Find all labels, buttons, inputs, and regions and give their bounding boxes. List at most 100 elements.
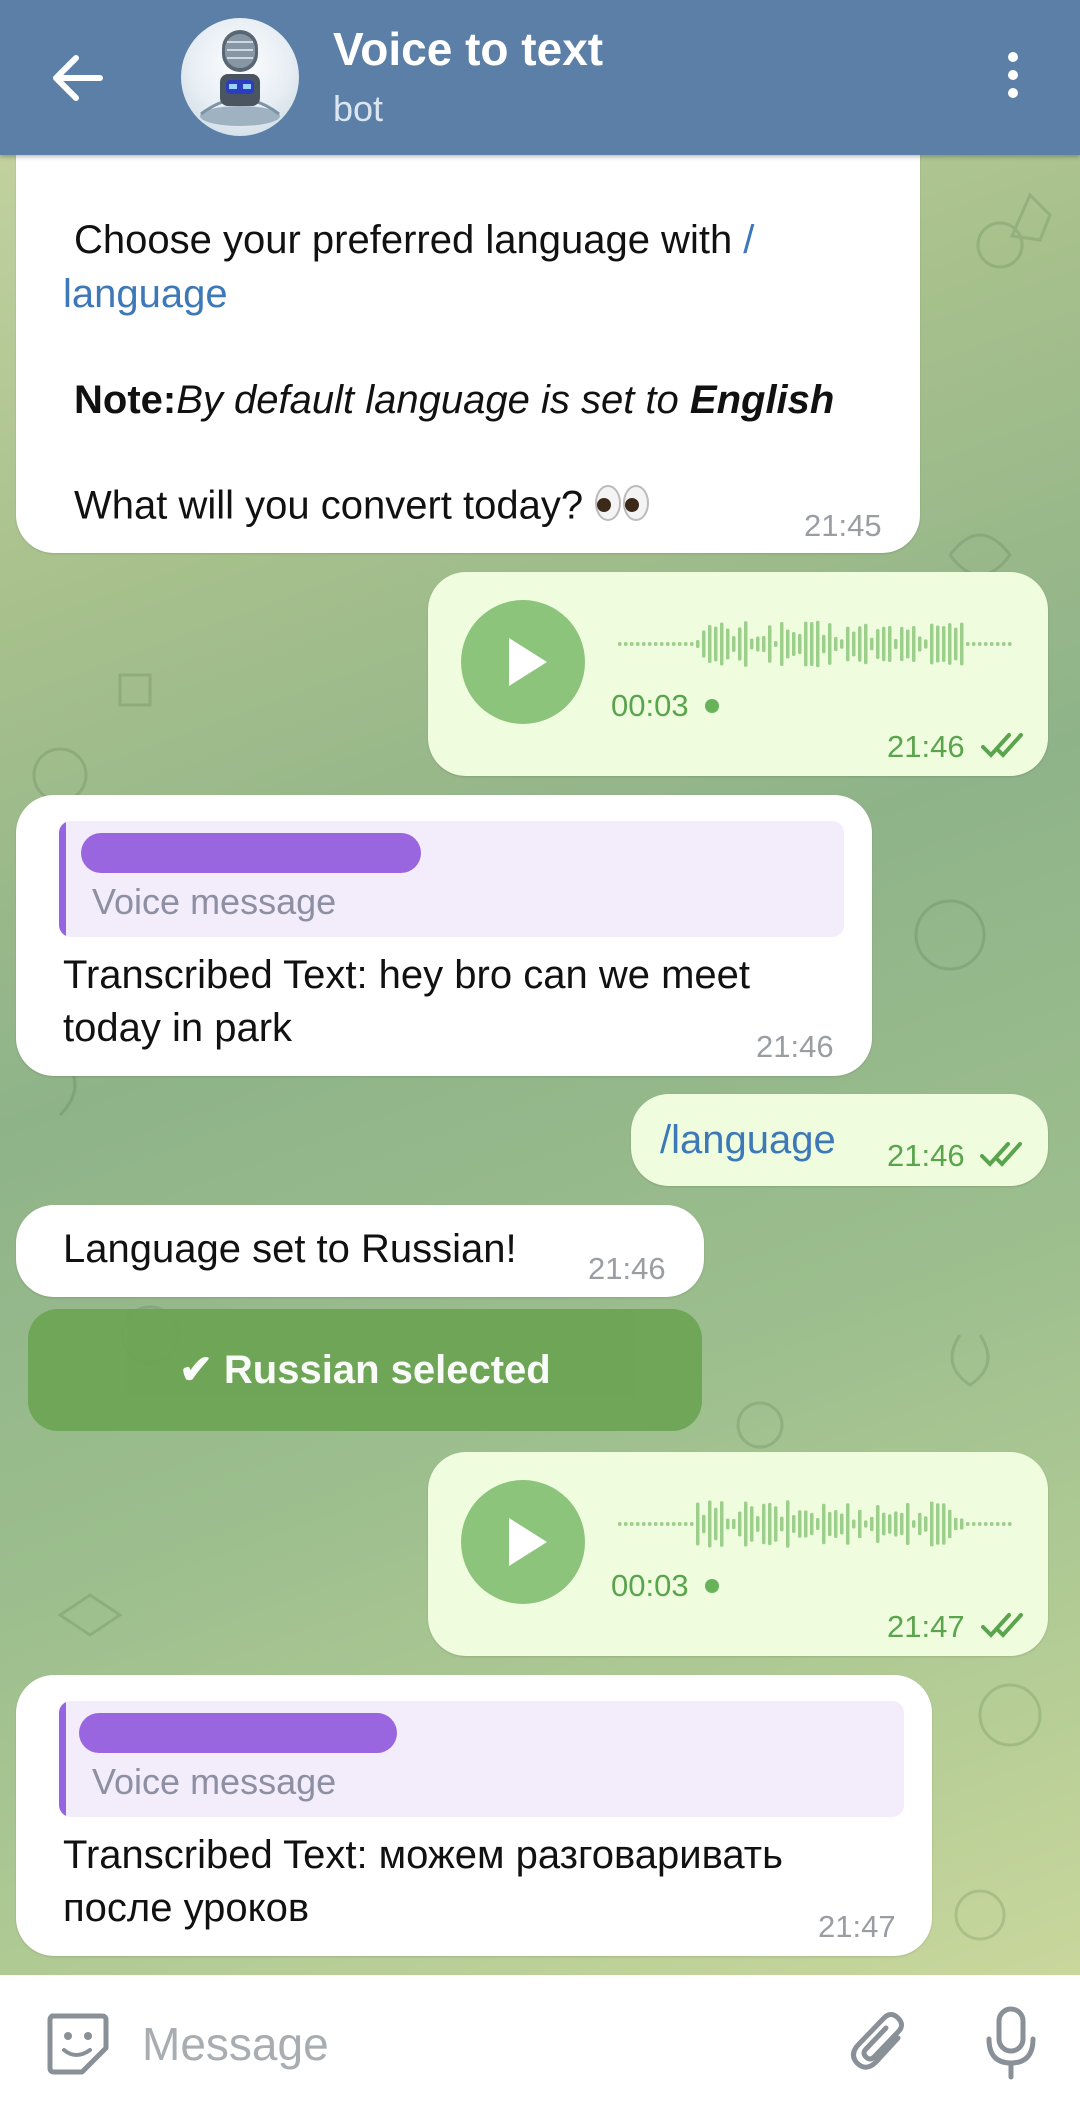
voice-message-outgoing: 00:03 21:46 bbox=[428, 572, 1048, 776]
waveform-bar bbox=[804, 621, 808, 667]
waveform-bar bbox=[888, 1514, 892, 1534]
double-check-icon bbox=[981, 733, 1023, 758]
waveform-bar bbox=[666, 1522, 670, 1526]
waveform-bar bbox=[810, 622, 814, 666]
waveform-bar bbox=[936, 625, 940, 663]
arrow-left-icon[interactable] bbox=[50, 52, 106, 104]
message-text: Transcribed Text: hey bro can we meet bbox=[63, 953, 750, 997]
waveform-bar bbox=[1008, 1522, 1012, 1526]
waveform-bar bbox=[750, 638, 754, 650]
waveform-bar bbox=[840, 639, 844, 649]
waveform-bar bbox=[624, 642, 628, 646]
sticker-emoji-icon[interactable] bbox=[42, 2008, 112, 2078]
waveform-bar bbox=[774, 640, 778, 648]
double-check-icon bbox=[980, 1142, 1022, 1167]
voice-waveform[interactable] bbox=[618, 1494, 1018, 1554]
reply-label: Voice message bbox=[92, 881, 337, 922]
waveform-bar bbox=[870, 637, 874, 651]
message-time: 21:47 bbox=[818, 1909, 896, 1944]
more-vertical-icon[interactable] bbox=[998, 52, 1028, 106]
waveform-bar bbox=[690, 642, 694, 646]
waveform-bar bbox=[990, 1522, 994, 1526]
message-input[interactable] bbox=[140, 2005, 804, 2083]
waveform-bar bbox=[654, 1522, 658, 1526]
reply-preview[interactable]: Voice message bbox=[59, 821, 844, 937]
inline-button-russian-selected[interactable]: ✔ Russian selected bbox=[28, 1309, 702, 1431]
waveform-bar bbox=[654, 642, 658, 646]
message-text: после уроков bbox=[63, 1886, 310, 1930]
waveform-bar bbox=[798, 633, 802, 655]
waveform-bar bbox=[816, 1517, 820, 1531]
waveform-bar bbox=[1008, 642, 1012, 646]
waveform-bar bbox=[912, 625, 916, 663]
question-text: What will you convert today? bbox=[74, 483, 650, 533]
waveform-bar bbox=[846, 626, 850, 662]
waveform-bar bbox=[714, 1507, 718, 1541]
waveform-bar bbox=[648, 1522, 652, 1526]
message-time: 21:46 bbox=[756, 1029, 834, 1064]
message-time: 21:47 bbox=[887, 1609, 965, 1644]
waveform-bar bbox=[996, 1522, 1000, 1526]
command-link[interactable]: /language bbox=[660, 1118, 836, 1163]
waveform-bar bbox=[744, 621, 748, 667]
waveform-bar bbox=[618, 1522, 622, 1526]
eyes-emoji-icon bbox=[594, 483, 650, 533]
command-link[interactable]: / bbox=[743, 218, 754, 262]
waveform-bar bbox=[978, 642, 982, 646]
chat-header: Voice to text bot bbox=[0, 0, 1080, 155]
waveform-bar bbox=[942, 1503, 946, 1545]
message-welcome: Choose your preferred language with / la… bbox=[16, 120, 920, 553]
waveform-bar bbox=[768, 625, 772, 663]
waveform-bar bbox=[828, 1511, 832, 1537]
message-time: 21:45 bbox=[804, 508, 882, 543]
waveform-bar bbox=[924, 1516, 928, 1532]
paperclip-icon[interactable] bbox=[846, 2008, 912, 2078]
waveform-bar bbox=[984, 642, 988, 646]
waveform-bar bbox=[942, 626, 946, 662]
play-button[interactable] bbox=[461, 600, 585, 724]
waveform-bar bbox=[648, 642, 652, 646]
note-text: Note:By default language is set to Engli… bbox=[74, 378, 835, 422]
waveform-bar bbox=[792, 1515, 796, 1533]
waveform-bar bbox=[768, 1502, 772, 1546]
play-button[interactable] bbox=[461, 1480, 585, 1604]
waveform-bar bbox=[960, 622, 964, 666]
waveform-bar bbox=[762, 1503, 766, 1545]
chat-title[interactable]: Voice to text bbox=[333, 22, 603, 76]
waveform-bar bbox=[690, 1522, 694, 1526]
waveform-bar bbox=[906, 629, 910, 659]
waveform-bar bbox=[738, 627, 742, 661]
waveform-bar bbox=[678, 1522, 682, 1526]
waveform-bar bbox=[870, 1516, 874, 1532]
command-link[interactable]: language bbox=[63, 272, 228, 317]
message-text: today in park bbox=[63, 1006, 293, 1050]
waveform-bar bbox=[966, 1522, 970, 1526]
message-text: Language set to Russian! bbox=[63, 1227, 517, 1271]
waveform-bar bbox=[702, 1514, 706, 1534]
waveform-bar bbox=[696, 640, 700, 648]
reply-preview[interactable]: Voice message bbox=[59, 1701, 904, 1817]
bot-avatar[interactable] bbox=[181, 18, 299, 136]
robot-microphone-icon bbox=[200, 30, 280, 126]
waveform-bar bbox=[774, 1506, 778, 1542]
waveform-bar bbox=[834, 636, 838, 652]
waveform-bar bbox=[816, 620, 820, 668]
waveform-bar bbox=[732, 636, 736, 652]
waveform-bar bbox=[888, 625, 892, 663]
waveform-bar bbox=[810, 1512, 814, 1536]
waveform-bar bbox=[762, 635, 766, 653]
waveform-bar bbox=[900, 626, 904, 662]
waveform-bar bbox=[780, 622, 784, 666]
waveform-bar bbox=[900, 1512, 904, 1536]
voice-waveform[interactable] bbox=[618, 614, 1018, 674]
waveform-bar bbox=[852, 631, 856, 657]
waveform-bar bbox=[864, 1520, 868, 1528]
microphone-icon[interactable] bbox=[981, 2005, 1041, 2081]
waveform-bar bbox=[966, 642, 970, 646]
redacted-sender-name bbox=[79, 1713, 397, 1753]
waveform-bar bbox=[618, 642, 622, 646]
waveform-bar bbox=[990, 642, 994, 646]
waveform-bar bbox=[864, 623, 868, 665]
waveform-bar bbox=[852, 1519, 856, 1529]
play-icon bbox=[509, 638, 547, 686]
